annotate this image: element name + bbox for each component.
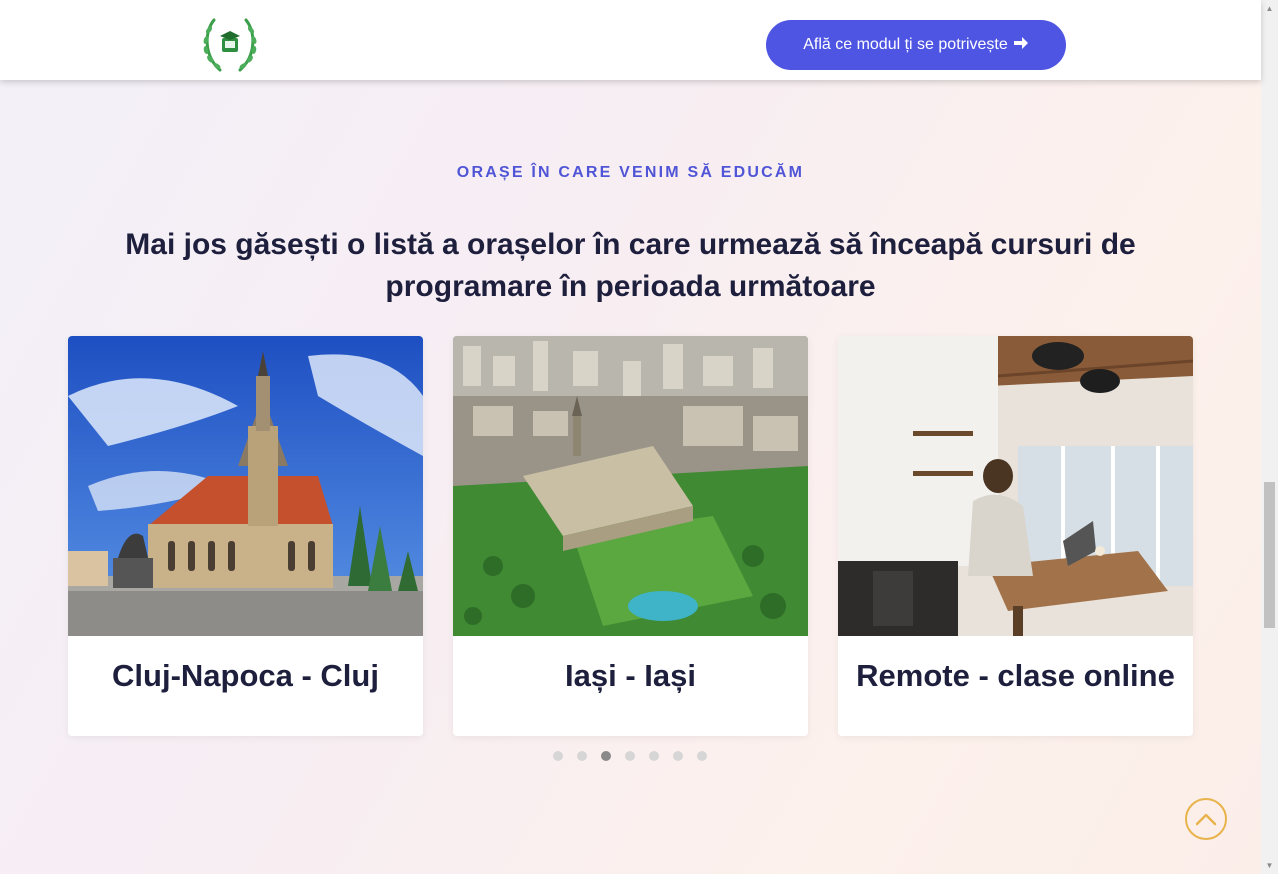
carousel-dot-active[interactable] [601,751,611,761]
carousel-dot[interactable] [625,751,635,761]
carousel-dot[interactable] [697,751,707,761]
city-card-title: Iași - Iași [565,658,696,693]
chevron-up-icon [1195,813,1217,826]
carousel-dot[interactable] [649,751,659,761]
scroll-up-arrow-icon[interactable]: ▲ [1261,0,1278,17]
city-card-iasi[interactable]: Iași - Iași [453,336,808,736]
cluj-cathedral-image [68,336,423,636]
remote-kitchen-image [838,336,1193,636]
scrollbar-thumb[interactable] [1264,482,1275,628]
site-header: Află ce modul ți se potrivește [0,0,1261,80]
carousel-dot[interactable] [577,751,587,761]
find-module-label: Află ce modul ți se potrivește [803,36,1008,53]
carousel-dot[interactable] [673,751,683,761]
city-card-remote[interactable]: Remote - clase online [838,336,1193,736]
carousel-pagination [553,751,707,761]
section-heading: Mai jos găsești o listă a orașelor în ca… [125,228,1136,303]
site-logo[interactable] [198,12,262,76]
city-card-cluj[interactable]: Cluj-Napoca - Cluj [68,336,423,736]
city-card-title: Remote - clase online [856,658,1175,693]
find-module-button[interactable]: Află ce modul ți se potrivește [766,20,1066,70]
city-card-title: Cluj-Napoca - Cluj [112,658,379,693]
iasi-aerial-image [453,336,808,636]
page-scrollbar[interactable]: ▲ ▼ [1261,0,1278,874]
scroll-down-arrow-icon[interactable]: ▼ [1261,857,1278,874]
laurel-logo-icon [203,18,257,72]
back-to-top-button[interactable] [1185,798,1227,840]
carousel-dot[interactable] [553,751,563,761]
section-eyebrow: ORAȘE ÎN CARE VENIM SĂ EDUCĂM [456,164,805,181]
arrow-right-icon [1013,36,1029,55]
